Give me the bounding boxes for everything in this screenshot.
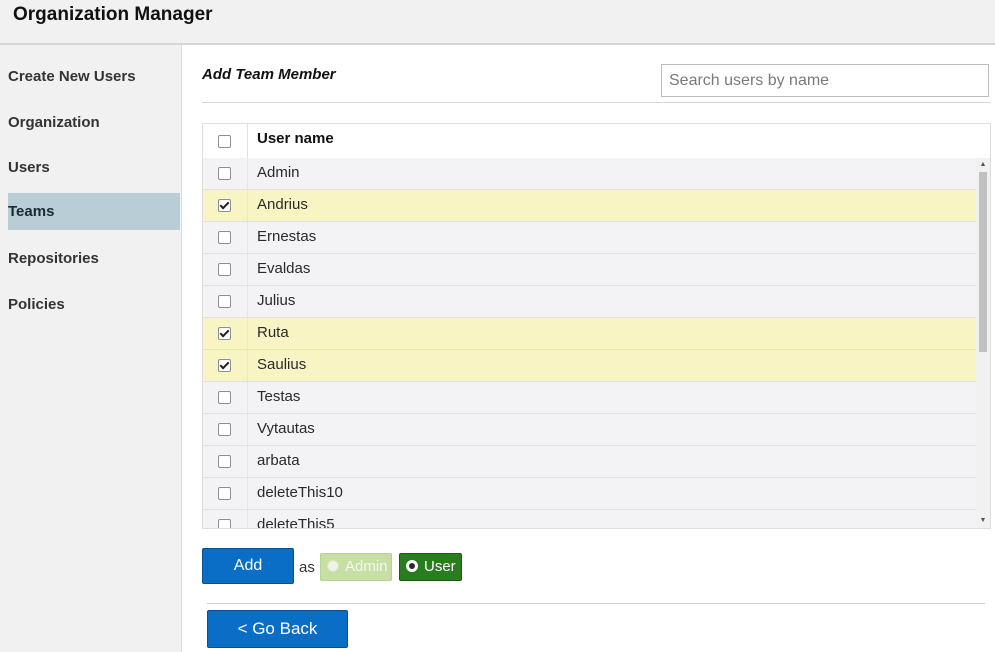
- role-user-label: User: [424, 558, 456, 575]
- top-bar: Organization Manager: [0, 0, 995, 45]
- scroll-up-arrow-icon[interactable]: ▲: [976, 160, 990, 170]
- sidebar-item-repositories[interactable]: Repositories: [8, 240, 180, 277]
- divider: [202, 102, 991, 103]
- table-row[interactable]: Admin: [203, 158, 976, 190]
- app-title: Organization Manager: [13, 4, 213, 25]
- table-row[interactable]: Ruta: [203, 318, 976, 350]
- table-row[interactable]: Evaldas: [203, 254, 976, 286]
- radio-icon: [327, 560, 339, 572]
- user-name-cell: Admin: [257, 164, 300, 181]
- user-name-cell: deleteThis5: [257, 516, 335, 529]
- column-header-user-name: User name: [257, 130, 334, 147]
- user-name-cell: Julius: [257, 292, 296, 309]
- sidebar: Create New Users Organization Users Team…: [0, 45, 182, 652]
- table-row[interactable]: Testas: [203, 382, 976, 414]
- row-checkbox[interactable]: [218, 167, 231, 180]
- table-row[interactable]: Ernestas: [203, 222, 976, 254]
- table-row[interactable]: Andrius: [203, 190, 976, 222]
- user-name-cell: Andrius: [257, 196, 308, 213]
- user-name-cell: Ruta: [257, 324, 289, 341]
- user-name-cell: Ernestas: [257, 228, 317, 245]
- table-scrollbar[interactable]: ▲ ▼: [976, 158, 990, 528]
- row-checkbox[interactable]: [218, 391, 231, 404]
- sidebar-item-teams[interactable]: Teams: [8, 193, 180, 230]
- header-check-cell: [203, 124, 248, 158]
- user-name-cell: arbata: [257, 452, 300, 469]
- search-input[interactable]: [661, 64, 989, 97]
- table-row[interactable]: Julius: [203, 286, 976, 318]
- row-checkbox[interactable]: [218, 359, 231, 372]
- role-admin-radio-button[interactable]: Admin: [320, 553, 392, 581]
- table-row[interactable]: deleteThis5: [203, 510, 976, 529]
- role-admin-label: Admin: [345, 558, 388, 575]
- user-name-cell: Evaldas: [257, 260, 311, 277]
- row-checkbox[interactable]: [218, 295, 231, 308]
- as-label: as: [299, 559, 315, 576]
- row-checkbox[interactable]: [218, 199, 231, 212]
- users-table: User name Admin Andrius Ernestas Evaldas…: [202, 123, 991, 529]
- add-button[interactable]: Add: [202, 548, 294, 584]
- table-row[interactable]: arbata: [203, 446, 976, 478]
- row-checkbox[interactable]: [218, 455, 231, 468]
- sidebar-item-organization[interactable]: Organization: [8, 104, 180, 141]
- sidebar-item-users[interactable]: Users: [8, 149, 180, 186]
- user-name-cell: Testas: [257, 388, 301, 405]
- table-row[interactable]: deleteThis10: [203, 478, 976, 510]
- table-header: User name: [203, 124, 990, 159]
- user-name-cell: Saulius: [257, 356, 307, 373]
- scroll-thumb[interactable]: [979, 172, 987, 352]
- user-name-cell: deleteThis10: [257, 484, 343, 501]
- row-checkbox[interactable]: [218, 263, 231, 276]
- table-row[interactable]: Saulius: [203, 350, 976, 382]
- user-name-cell: Vytautas: [257, 420, 315, 437]
- section-title: Add Team Member: [202, 66, 336, 83]
- row-checkbox[interactable]: [218, 231, 231, 244]
- row-checkbox[interactable]: [218, 423, 231, 436]
- role-user-radio-button[interactable]: User: [399, 553, 462, 581]
- table-row[interactable]: Vytautas: [203, 414, 976, 446]
- row-checkbox[interactable]: [218, 327, 231, 340]
- row-checkbox[interactable]: [218, 519, 231, 528]
- sidebar-item-create-new-users[interactable]: Create New Users: [8, 58, 180, 95]
- scroll-down-arrow-icon[interactable]: ▼: [976, 516, 990, 526]
- go-back-button[interactable]: < Go Back: [207, 610, 348, 648]
- sidebar-item-policies[interactable]: Policies: [8, 286, 180, 323]
- divider: [207, 603, 985, 604]
- table-body: Admin Andrius Ernestas Evaldas Julius Ru…: [203, 158, 976, 529]
- radio-selected-icon: [406, 560, 418, 572]
- row-checkbox[interactable]: [218, 487, 231, 500]
- select-all-checkbox[interactable]: [218, 135, 231, 148]
